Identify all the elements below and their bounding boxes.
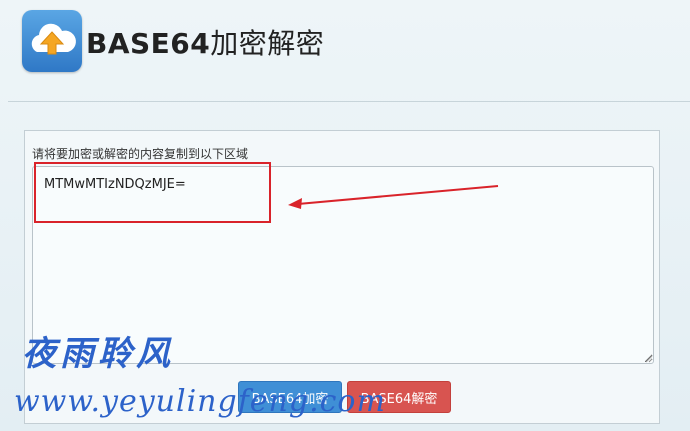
watermark-url: www.yeyulingfeng.com bbox=[14, 384, 386, 419]
page-title: BASE64加密解密 bbox=[86, 27, 325, 60]
cloud-upload-icon bbox=[22, 10, 82, 72]
input-label: 请将要加密或解密的内容复制到以下区域 bbox=[32, 147, 249, 161]
resize-grip-icon[interactable] bbox=[645, 355, 653, 363]
highlight-box bbox=[34, 162, 271, 223]
watermark-name: 夜雨聆风 bbox=[22, 334, 174, 374]
header-divider bbox=[8, 101, 690, 102]
header: BASE64加密解密 bbox=[0, 0, 690, 100]
red-arrow-icon bbox=[288, 185, 499, 209]
